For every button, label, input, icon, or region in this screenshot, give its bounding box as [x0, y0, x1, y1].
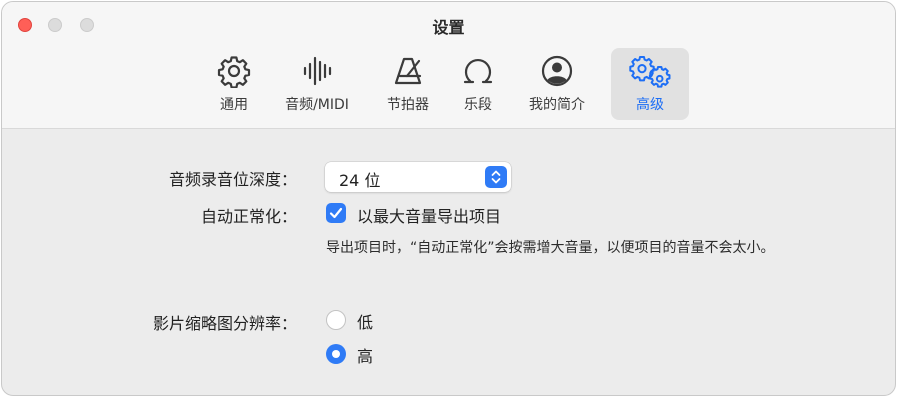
tab-loops[interactable]: 乐段: [454, 48, 502, 120]
bit-depth-value: 24 位: [339, 171, 381, 190]
radio-dot: [332, 350, 340, 358]
checkmark-icon: [329, 207, 343, 219]
bit-depth-popup[interactable]: 24 位: [325, 162, 511, 192]
resolution-low-label[interactable]: 低: [357, 309, 373, 333]
auto-normalize-description: 导出项目时，“自动正常化”会按需增大音量，以便项目的音量不会太小。: [326, 240, 775, 256]
auto-normalize-checkbox[interactable]: [326, 203, 346, 223]
toolbar: 设置 通用 音频/MIDI 节拍器 乐段 我的简介 高级: [2, 2, 895, 129]
window-title: 设置: [432, 18, 465, 37]
gear-icon: [217, 54, 251, 88]
tab-label: 通用: [220, 97, 248, 113]
settings-window: 设置 通用 音频/MIDI 节拍器 乐段 我的简介 高级 音频录音位深度： 24…: [1, 1, 896, 396]
thumbnail-resolution-label: 影片缩略图分辨率：: [152, 314, 297, 333]
tab-advanced[interactable]: 高级: [611, 48, 689, 120]
tab-label: 乐段: [464, 97, 492, 113]
tab-metronome[interactable]: 节拍器: [376, 48, 440, 120]
tab-label: 节拍器: [387, 97, 429, 113]
tab-audio-midi[interactable]: 音频/MIDI: [274, 48, 360, 120]
bit-depth-label: 音频录音位深度：: [168, 170, 297, 189]
resolution-high-label[interactable]: 高: [357, 343, 373, 367]
tab-label: 音频/MIDI: [285, 97, 349, 113]
tab-general[interactable]: 通用: [208, 48, 260, 120]
tab-my-info[interactable]: 我的简介: [516, 48, 598, 120]
tab-label: 我的简介: [529, 97, 585, 113]
resolution-low-radio[interactable]: [326, 310, 346, 330]
waveform-icon: [300, 54, 334, 88]
auto-normalize-checkbox-label[interactable]: 以最大音量导出项目: [357, 203, 501, 227]
loop-icon: [461, 54, 495, 88]
resolution-high-radio[interactable]: [326, 344, 346, 364]
auto-normalize-label: 自动正常化：: [200, 207, 297, 226]
chevron-up-down-icon: [485, 166, 507, 188]
gears-icon: [628, 54, 672, 88]
metronome-icon: [391, 54, 425, 88]
tab-label: 高级: [636, 97, 664, 113]
person-circle-icon: [540, 54, 574, 88]
